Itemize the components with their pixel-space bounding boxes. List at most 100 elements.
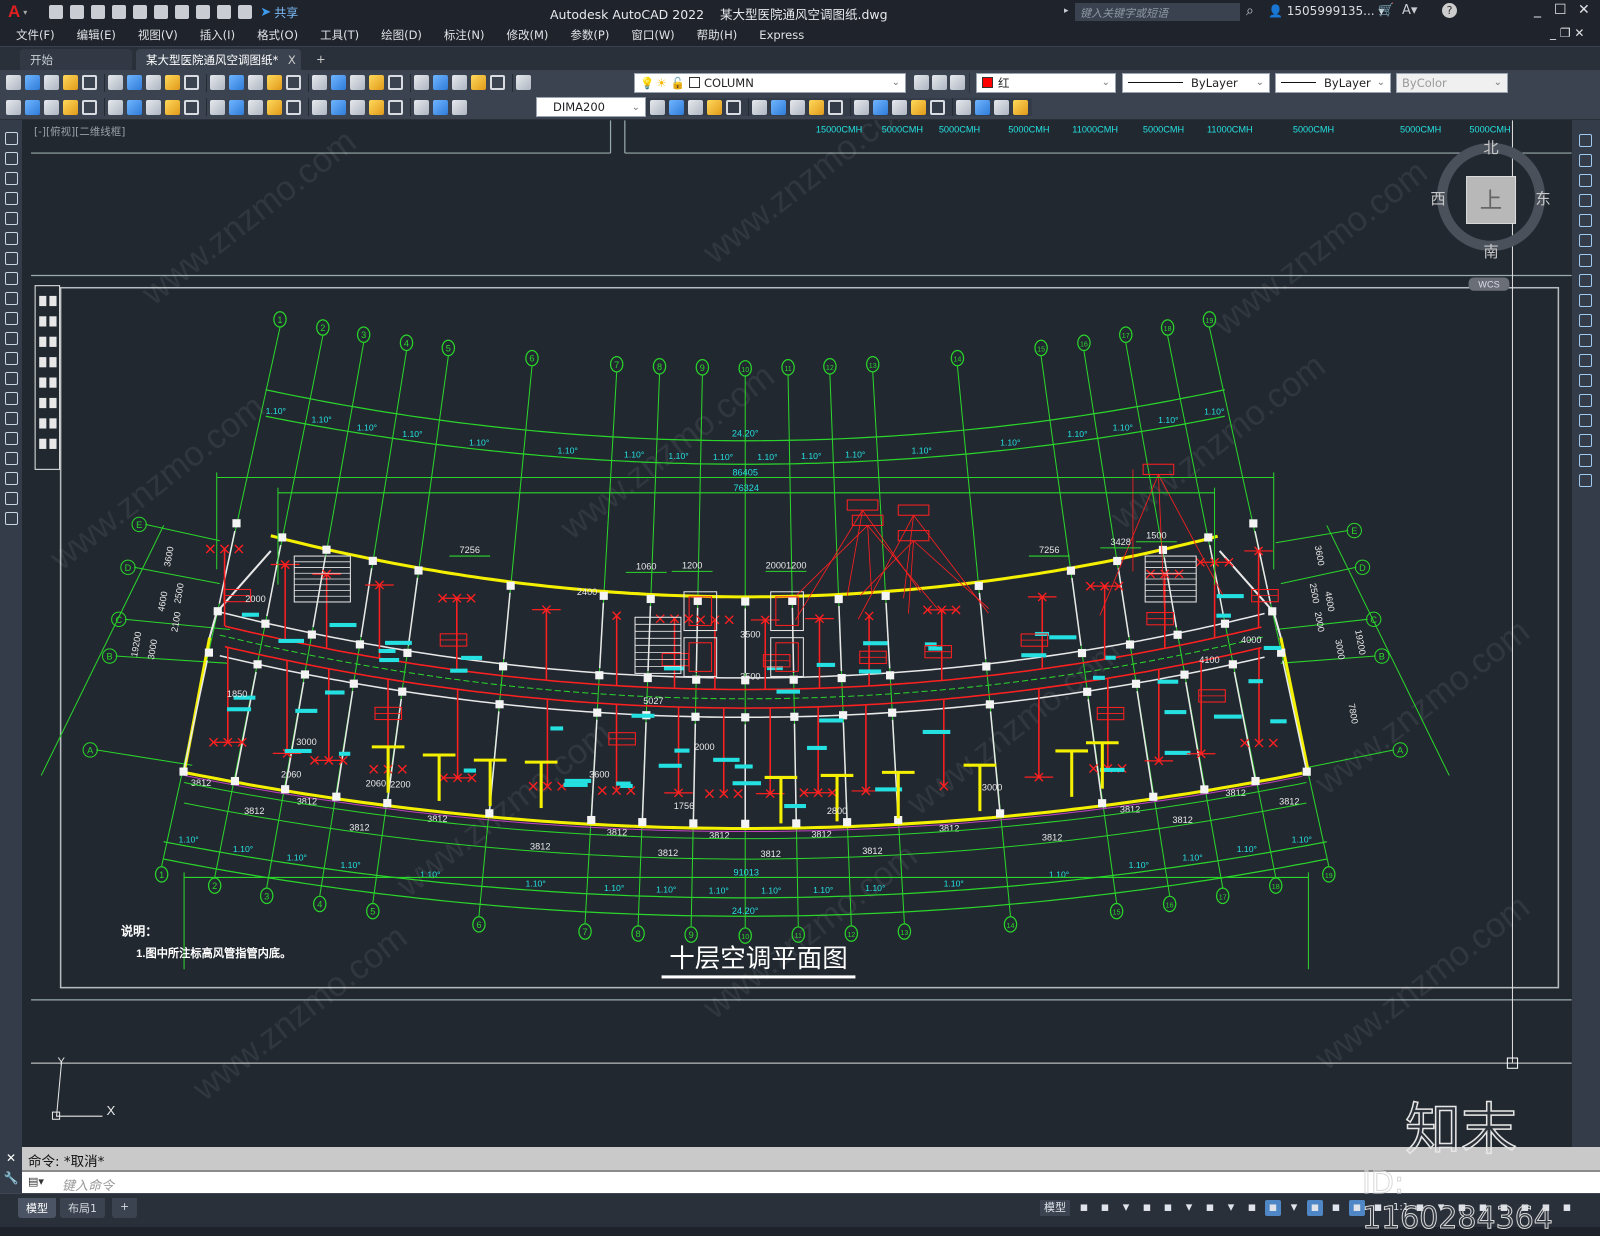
copy-icon[interactable]: [165, 75, 180, 90]
polyline-arc-icon[interactable]: [5, 172, 18, 185]
redo-icon[interactable]: [217, 5, 232, 19]
dim-continue-icon[interactable]: [267, 99, 282, 115]
tool-palettes-icon[interactable]: [414, 75, 429, 90]
command-recent-icon[interactable]: ▤▾: [28, 1175, 44, 1188]
viewport-controls-label[interactable]: [-][俯视][二维线框]: [34, 124, 125, 139]
close-button[interactable]: ✕: [1578, 2, 1590, 18]
explode-icon[interactable]: [1579, 474, 1592, 487]
cut-icon[interactable]: [146, 75, 161, 90]
plot-icon[interactable]: [63, 75, 78, 90]
chamfer-icon[interactable]: [1579, 414, 1592, 427]
dim-baseline-icon[interactable]: [248, 99, 263, 115]
model-space-button[interactable]: 模型: [1040, 1200, 1070, 1216]
lineweight-icon[interactable]: ▪: [1307, 1200, 1323, 1216]
pan-icon[interactable]: [286, 75, 301, 90]
gradient-icon[interactable]: [5, 432, 18, 445]
snap-icon[interactable]: ▪: [1097, 1200, 1113, 1216]
make-block-icon[interactable]: [5, 372, 18, 385]
layer-properties-icon[interactable]: [516, 75, 531, 90]
line-icon[interactable]: [5, 132, 18, 145]
delete-faces-icon[interactable]: [790, 99, 805, 115]
break-at-point-icon[interactable]: [1579, 354, 1592, 367]
dim-update-icon[interactable]: [452, 99, 467, 115]
save-icon[interactable]: [44, 75, 59, 90]
save-to-web-icon[interactable]: [154, 5, 169, 19]
offset-faces-icon[interactable]: [771, 99, 786, 115]
drawing-canvas[interactable]: XY www.znzmo.com www.znzmo.com www.znzmo.c…: [22, 120, 1572, 1147]
save-as-icon[interactable]: [112, 5, 127, 19]
tab-start[interactable]: 开始: [20, 49, 132, 71]
lineweight-dropdown[interactable]: ByLayer ⌄: [1275, 72, 1391, 93]
sheet-set-icon[interactable]: [433, 75, 448, 90]
ellipse-arc-icon[interactable]: [5, 332, 18, 345]
tab-model[interactable]: 模型: [18, 1198, 56, 1218]
region-icon[interactable]: [5, 452, 18, 465]
new-icon[interactable]: [6, 75, 21, 90]
text-edit-icon[interactable]: [6, 99, 21, 115]
osnap-tracking-icon[interactable]: ▪: [1244, 1200, 1260, 1216]
trim-icon[interactable]: [1579, 314, 1592, 327]
table-icon[interactable]: [5, 472, 18, 485]
menu-item[interactable]: 编辑(E): [77, 27, 116, 43]
point-icon[interactable]: [5, 392, 18, 405]
add-layout-button[interactable]: +: [112, 1198, 138, 1218]
dim-aligned-icon[interactable]: [82, 99, 97, 115]
solid-intersect-icon[interactable]: [707, 99, 722, 115]
calculator-icon[interactable]: [471, 75, 486, 90]
new-icon[interactable]: [49, 5, 64, 19]
check-spelling-icon[interactable]: [25, 99, 40, 115]
dim-ordinate-icon[interactable]: [127, 99, 142, 115]
mirror-icon[interactable]: [1579, 174, 1592, 187]
layer-previous-icon[interactable]: [932, 75, 947, 90]
rotate-faces-icon[interactable]: [809, 99, 824, 115]
customize-icon[interactable]: [238, 5, 253, 19]
color-edges-icon[interactable]: [892, 99, 907, 115]
save-icon[interactable]: [91, 5, 106, 19]
osnap-icon[interactable]: ▪: [1265, 1200, 1281, 1216]
new-tab-button[interactable]: +: [306, 49, 336, 71]
zoom-window-icon[interactable]: [331, 75, 346, 90]
make-current-icon[interactable]: [914, 75, 929, 90]
join-icon[interactable]: [1579, 394, 1592, 407]
properties-icon[interactable]: [369, 75, 384, 90]
app-menu-chevron-icon[interactable]: ▾: [23, 8, 27, 17]
stretch-icon[interactable]: [1579, 294, 1592, 307]
jogged-linear-icon[interactable]: [388, 99, 403, 115]
dim-linear-icon[interactable]: [63, 99, 78, 115]
3d-print-icon[interactable]: [127, 75, 142, 90]
user-account[interactable]: 👤 1505999135... ▾: [1268, 4, 1384, 18]
open-from-web-icon[interactable]: [133, 5, 148, 19]
maximize-button[interactable]: ☐: [1554, 2, 1567, 18]
solid-union-icon[interactable]: [669, 99, 684, 115]
menu-item[interactable]: 标注(N): [444, 27, 485, 43]
menu-item[interactable]: 窗口(W): [631, 27, 674, 43]
separate-icon[interactable]: [975, 99, 990, 115]
spline-icon[interactable]: [5, 292, 18, 305]
rotate-icon[interactable]: [1579, 254, 1592, 267]
taper-faces-icon[interactable]: [828, 99, 843, 115]
shell-icon[interactable]: [994, 99, 1009, 115]
menu-item[interactable]: 工具(T): [320, 27, 359, 43]
revcloud-icon[interactable]: [5, 272, 18, 285]
layer-state-icon[interactable]: [44, 99, 59, 115]
grid-icon[interactable]: ▪: [1076, 1200, 1092, 1216]
autocad-logo[interactable]: A: [8, 2, 20, 22]
polygon-icon[interactable]: [5, 192, 18, 205]
plot-icon[interactable]: [175, 5, 190, 19]
add-selected-icon[interactable]: [5, 512, 18, 525]
arc-icon[interactable]: [5, 232, 18, 245]
customize-wrench-icon[interactable]: 🔧: [0, 1171, 22, 1185]
multiline-text-icon[interactable]: [5, 492, 18, 505]
zoom-previous-icon[interactable]: [350, 75, 365, 90]
array-icon[interactable]: [1579, 214, 1592, 227]
polar-icon[interactable]: ▪: [1160, 1200, 1176, 1216]
extrude-faces-icon[interactable]: [726, 99, 741, 115]
menu-item[interactable]: 帮助(H): [697, 27, 738, 43]
scale-icon[interactable]: [1579, 274, 1592, 287]
dim-radius-icon[interactable]: [210, 99, 225, 115]
dim-arc-icon[interactable]: [108, 99, 123, 115]
dim-diameter-icon[interactable]: [184, 99, 199, 115]
menu-item[interactable]: 文件(F): [16, 27, 55, 43]
blend-icon[interactable]: [1579, 454, 1592, 467]
share-button[interactable]: ➤ 共享: [260, 4, 298, 21]
